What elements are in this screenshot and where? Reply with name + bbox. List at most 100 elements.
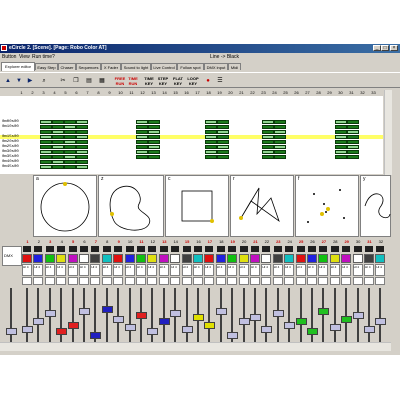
channel-fader[interactable] (227, 288, 239, 348)
grid-cell[interactable] (217, 145, 229, 149)
grid-cell[interactable] (217, 155, 229, 159)
channel-fader[interactable] (44, 288, 56, 348)
channel-value-box[interactable] (342, 246, 351, 252)
magnifier-icon[interactable]: ⌕ (39, 76, 49, 86)
channel-fixture-icon[interactable] (204, 277, 215, 285)
fader-knob[interactable] (341, 316, 353, 323)
tab-chaser[interactable]: Chaser (58, 63, 76, 70)
channel-value-box[interactable] (57, 246, 66, 252)
color-swatch[interactable] (204, 254, 215, 263)
channel-value-box[interactable] (296, 246, 305, 252)
color-swatch[interactable] (261, 254, 272, 263)
channel-fixture-icon[interactable] (295, 277, 306, 285)
grid-cell[interactable] (52, 125, 64, 129)
channel-fader[interactable] (341, 288, 353, 348)
color-swatch[interactable] (193, 254, 203, 263)
grid-cell[interactable] (347, 135, 359, 139)
channel-fixture-icon[interactable] (250, 277, 260, 285)
grid-cell[interactable] (347, 130, 359, 134)
channel-fader[interactable] (193, 288, 204, 348)
fader-knob[interactable] (124, 324, 136, 331)
record-icon[interactable]: ● (203, 76, 213, 86)
shape-circle[interactable]: a (33, 175, 97, 237)
channel-value-box[interactable] (216, 246, 225, 252)
shape-blob[interactable]: z (98, 175, 164, 237)
tab-sequences[interactable]: Sequences (76, 63, 101, 70)
grid-cell[interactable] (136, 135, 148, 139)
channel-fader[interactable] (181, 288, 193, 348)
grid-cell[interactable] (335, 135, 347, 139)
grid-cell[interactable] (136, 125, 148, 129)
channel-fader[interactable] (67, 288, 79, 348)
channel-fixture-icon[interactable] (147, 277, 158, 285)
fader-knob[interactable] (295, 318, 307, 325)
fader-knob[interactable] (284, 322, 296, 329)
color-swatch[interactable] (307, 254, 317, 263)
grid-cell[interactable] (217, 150, 229, 154)
grid-cell[interactable] (76, 135, 88, 139)
grid-cell[interactable] (136, 120, 148, 124)
tab-live-control[interactable]: Live Control (151, 63, 177, 70)
grid-cell[interactable] (335, 150, 347, 154)
grid-cell[interactable] (205, 145, 217, 149)
channel-value-box[interactable] (182, 246, 191, 252)
list-icon[interactable]: ☰ (215, 76, 225, 86)
grid-cell[interactable] (136, 155, 148, 159)
grid-cell[interactable] (335, 120, 347, 124)
grid-cell[interactable] (335, 140, 347, 144)
time-key-button[interactable]: TIME KEY (143, 76, 155, 86)
fader-knob[interactable] (364, 326, 375, 333)
shape-curve[interactable]: y (360, 175, 391, 237)
step-key-button[interactable]: STEP KEY (157, 76, 169, 86)
grid-cell[interactable] (52, 150, 64, 154)
loop-key-button[interactable]: LOOP KEY (187, 76, 199, 86)
time-run-button[interactable]: TIME RUN (127, 76, 139, 86)
grid-cell[interactable] (274, 155, 286, 159)
cut-icon[interactable]: ✂ (58, 76, 68, 86)
grid-cell[interactable] (76, 160, 88, 164)
grid-cell[interactable] (148, 145, 160, 149)
grid-cell[interactable] (347, 120, 359, 124)
color-swatch[interactable] (272, 254, 283, 263)
channel-fixture-icon[interactable] (44, 277, 55, 285)
channel-fixture-icon[interactable] (79, 277, 89, 285)
fader-knob[interactable] (227, 332, 239, 339)
channel-fader[interactable] (79, 288, 90, 348)
channel-fader[interactable] (101, 288, 113, 348)
grid-cell[interactable] (76, 140, 88, 144)
grid-cell[interactable] (64, 165, 76, 169)
timeline-grid[interactable]: 0m00s00 0m10s00 0m15s00 0m20s00 0m25s00 … (0, 96, 383, 174)
channel-value-box[interactable] (330, 246, 339, 252)
fader-knob[interactable] (250, 314, 261, 321)
channel-fader[interactable] (284, 288, 296, 348)
grid-cell[interactable] (40, 135, 52, 139)
fader-knob[interactable] (22, 326, 33, 333)
fader-knob[interactable] (101, 306, 113, 313)
grid-cell[interactable] (217, 120, 229, 124)
grid-cell[interactable] (40, 130, 52, 134)
grid-cell[interactable] (262, 140, 274, 144)
color-swatch[interactable] (341, 254, 352, 263)
grid-cell[interactable] (262, 135, 274, 139)
grid-cell[interactable] (274, 150, 286, 154)
channel-fixture-icon[interactable] (341, 277, 352, 285)
color-swatch[interactable] (170, 254, 181, 263)
tab-explorer-editor[interactable]: Explorer editor (1, 62, 35, 71)
arrow-down-icon[interactable]: ▼ (14, 76, 24, 86)
channel-value-box[interactable] (159, 246, 168, 252)
channel-value-box[interactable] (68, 246, 77, 252)
color-swatch[interactable] (295, 254, 306, 263)
grid-cell[interactable] (40, 155, 52, 159)
tab-follow-spot[interactable]: Follow spot (177, 63, 204, 70)
flat-key-button[interactable]: FLAT KEY (172, 76, 184, 86)
channel-fixture-icon[interactable] (284, 277, 295, 285)
color-swatch[interactable] (90, 254, 101, 263)
channel-value-box[interactable] (137, 246, 145, 252)
grid-cell[interactable] (76, 150, 88, 154)
channel-fixture-icon[interactable] (238, 277, 249, 285)
grid-cell[interactable] (205, 125, 217, 129)
menu-view[interactable]: View (19, 54, 30, 60)
grid-cell[interactable] (347, 145, 359, 149)
channel-fixture-icon[interactable] (124, 277, 135, 285)
channel-fixture-icon[interactable] (101, 277, 112, 285)
